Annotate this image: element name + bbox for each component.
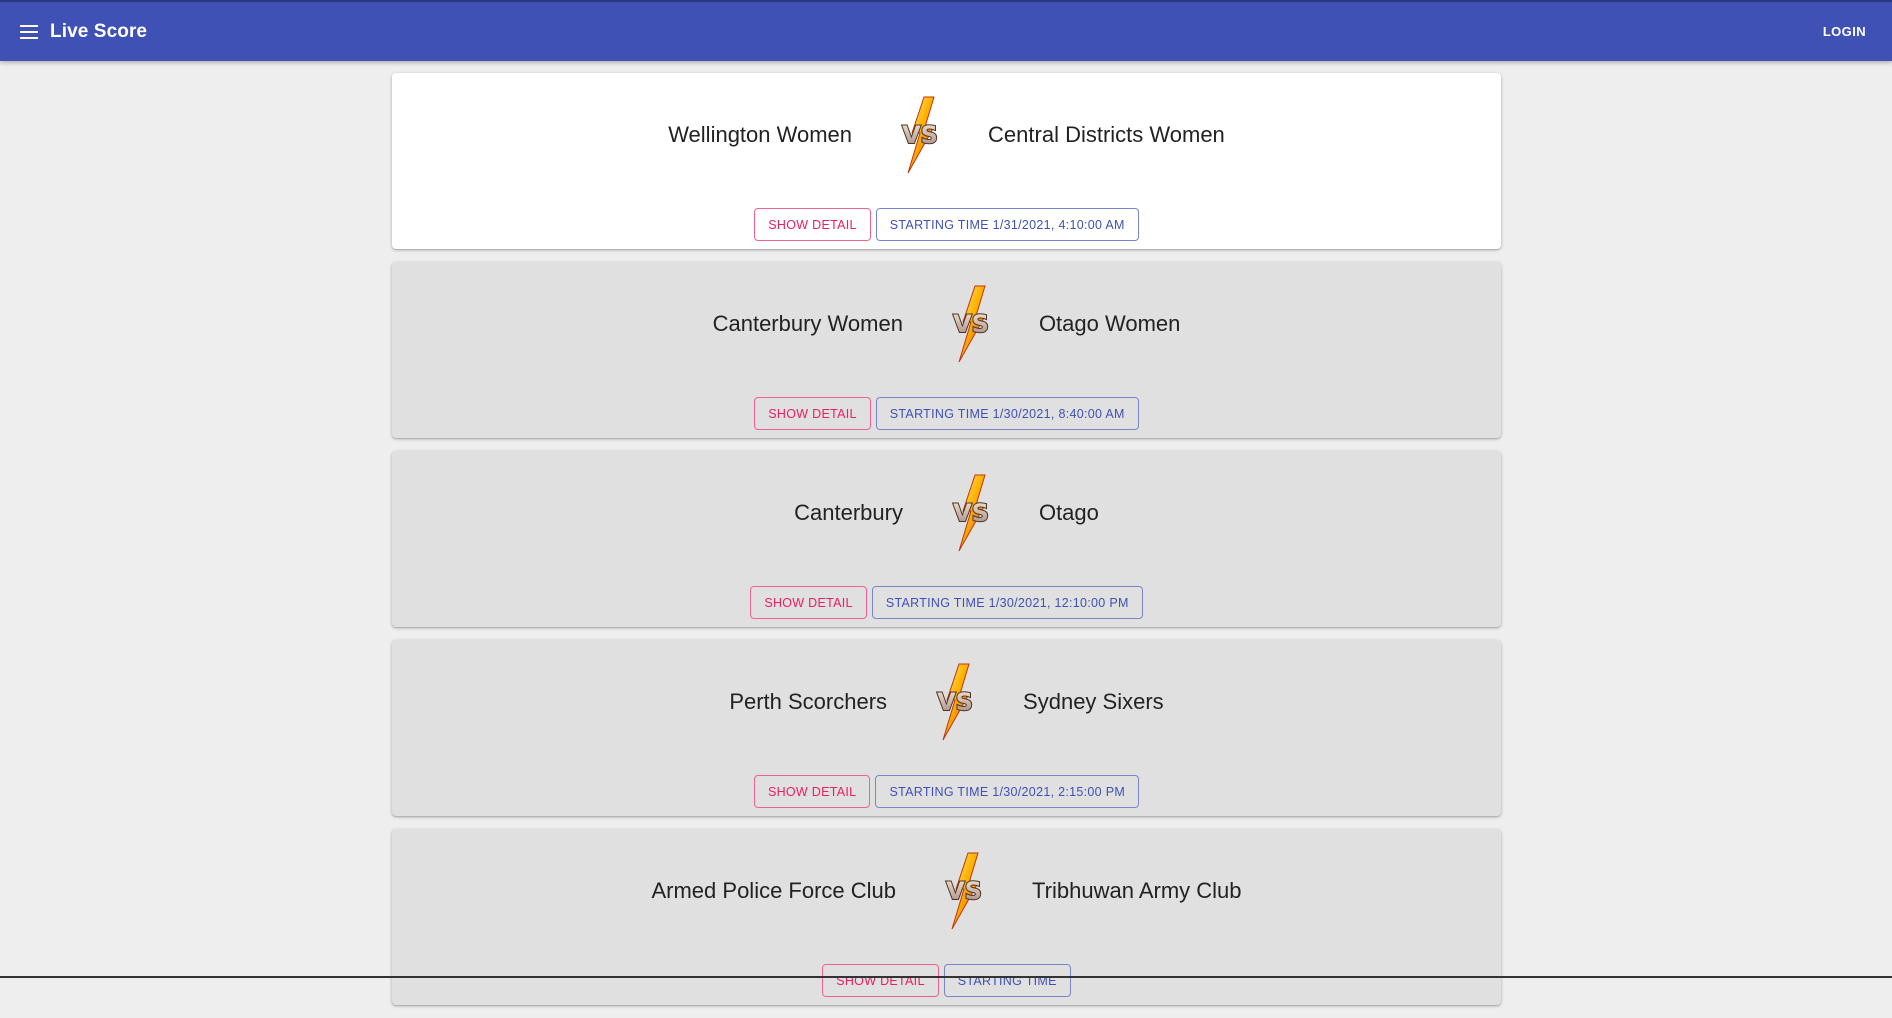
show-detail-button[interactable]: SHOW DETAIL — [754, 775, 871, 808]
match-teams: Armed Police Force Club VS Tribhuwan Arm… — [392, 851, 1501, 931]
match-card: Armed Police Force Club VS Tribhuwan Arm… — [392, 829, 1501, 1005]
match-card: Canterbury Women VS Otago Women SHOW DET… — [392, 262, 1501, 438]
svg-text:VS: VS — [902, 121, 938, 149]
team-b-name: Otago — [1039, 500, 1099, 526]
menu-icon[interactable] — [20, 25, 38, 39]
vs-lightning-icon: VS — [894, 95, 946, 175]
match-card: Canterbury VS Otago SHOW DETAIL STARTING… — [392, 451, 1501, 627]
svg-text:VS: VS — [937, 688, 973, 716]
login-button[interactable]: LOGIN — [1811, 16, 1878, 47]
starting-time-button[interactable]: STARTING TIME 1/30/2021, 8:40:00 AM — [876, 397, 1139, 430]
team-a-name: Canterbury — [794, 500, 903, 526]
show-detail-button[interactable]: SHOW DETAIL — [822, 964, 939, 997]
team-b-name: Central Districts Women — [988, 122, 1225, 148]
match-teams: Wellington Women — [392, 95, 1501, 175]
app-title: Live Score — [50, 21, 147, 43]
team-a-name: Wellington Women — [668, 122, 852, 148]
team-a-name: Armed Police Force Club — [651, 878, 896, 904]
team-b-name: Otago Women — [1039, 311, 1180, 337]
match-actions: SHOW DETAIL STARTING TIME 1/30/2021, 8:4… — [392, 397, 1501, 430]
vs-lightning-icon: VS — [929, 662, 981, 742]
match-card: Perth Scorchers VS Sydney Sixers SHOW DE… — [392, 640, 1501, 816]
team-a-name: Canterbury Women — [713, 311, 903, 337]
svg-text:VS: VS — [946, 877, 982, 905]
vs-lightning-icon: VS — [938, 851, 990, 931]
svg-text:VS: VS — [953, 499, 989, 527]
match-card: Wellington Women — [392, 73, 1501, 249]
starting-time-button[interactable]: STARTING TIME 1/31/2021, 4:10:00 AM — [876, 208, 1139, 241]
team-b-name: Sydney Sixers — [1023, 689, 1164, 715]
app-bar: Live Score LOGIN — [0, 0, 1892, 61]
show-detail-button[interactable]: SHOW DETAIL — [754, 397, 871, 430]
match-actions: SHOW DETAIL STARTING TIME 1/31/2021, 4:1… — [392, 208, 1501, 241]
match-actions: SHOW DETAIL STARTING TIME 1/30/2021, 12:… — [392, 586, 1501, 619]
show-detail-button[interactable]: SHOW DETAIL — [750, 586, 867, 619]
starting-time-button[interactable]: STARTING TIME 1/30/2021, 12:10:00 PM — [872, 586, 1143, 619]
show-detail-button[interactable]: SHOW DETAIL — [754, 208, 871, 241]
vs-lightning-icon: VS — [945, 473, 997, 553]
team-a-name: Perth Scorchers — [729, 689, 887, 715]
match-list: Wellington Women — [392, 73, 1501, 1018]
match-teams: Perth Scorchers VS Sydney Sixers — [392, 662, 1501, 742]
svg-text:VS: VS — [953, 310, 989, 338]
match-actions: SHOW DETAIL STARTING TIME — [392, 964, 1501, 997]
starting-time-button[interactable]: STARTING TIME — [944, 964, 1071, 997]
starting-time-button[interactable]: STARTING TIME 1/30/2021, 2:15:00 PM — [875, 775, 1139, 808]
match-actions: SHOW DETAIL STARTING TIME 1/30/2021, 2:1… — [392, 775, 1501, 808]
match-teams: Canterbury Women VS Otago Women — [392, 284, 1501, 364]
match-teams: Canterbury VS Otago — [392, 473, 1501, 553]
team-b-name: Tribhuwan Army Club — [1032, 878, 1241, 904]
vs-lightning-icon: VS — [945, 284, 997, 364]
